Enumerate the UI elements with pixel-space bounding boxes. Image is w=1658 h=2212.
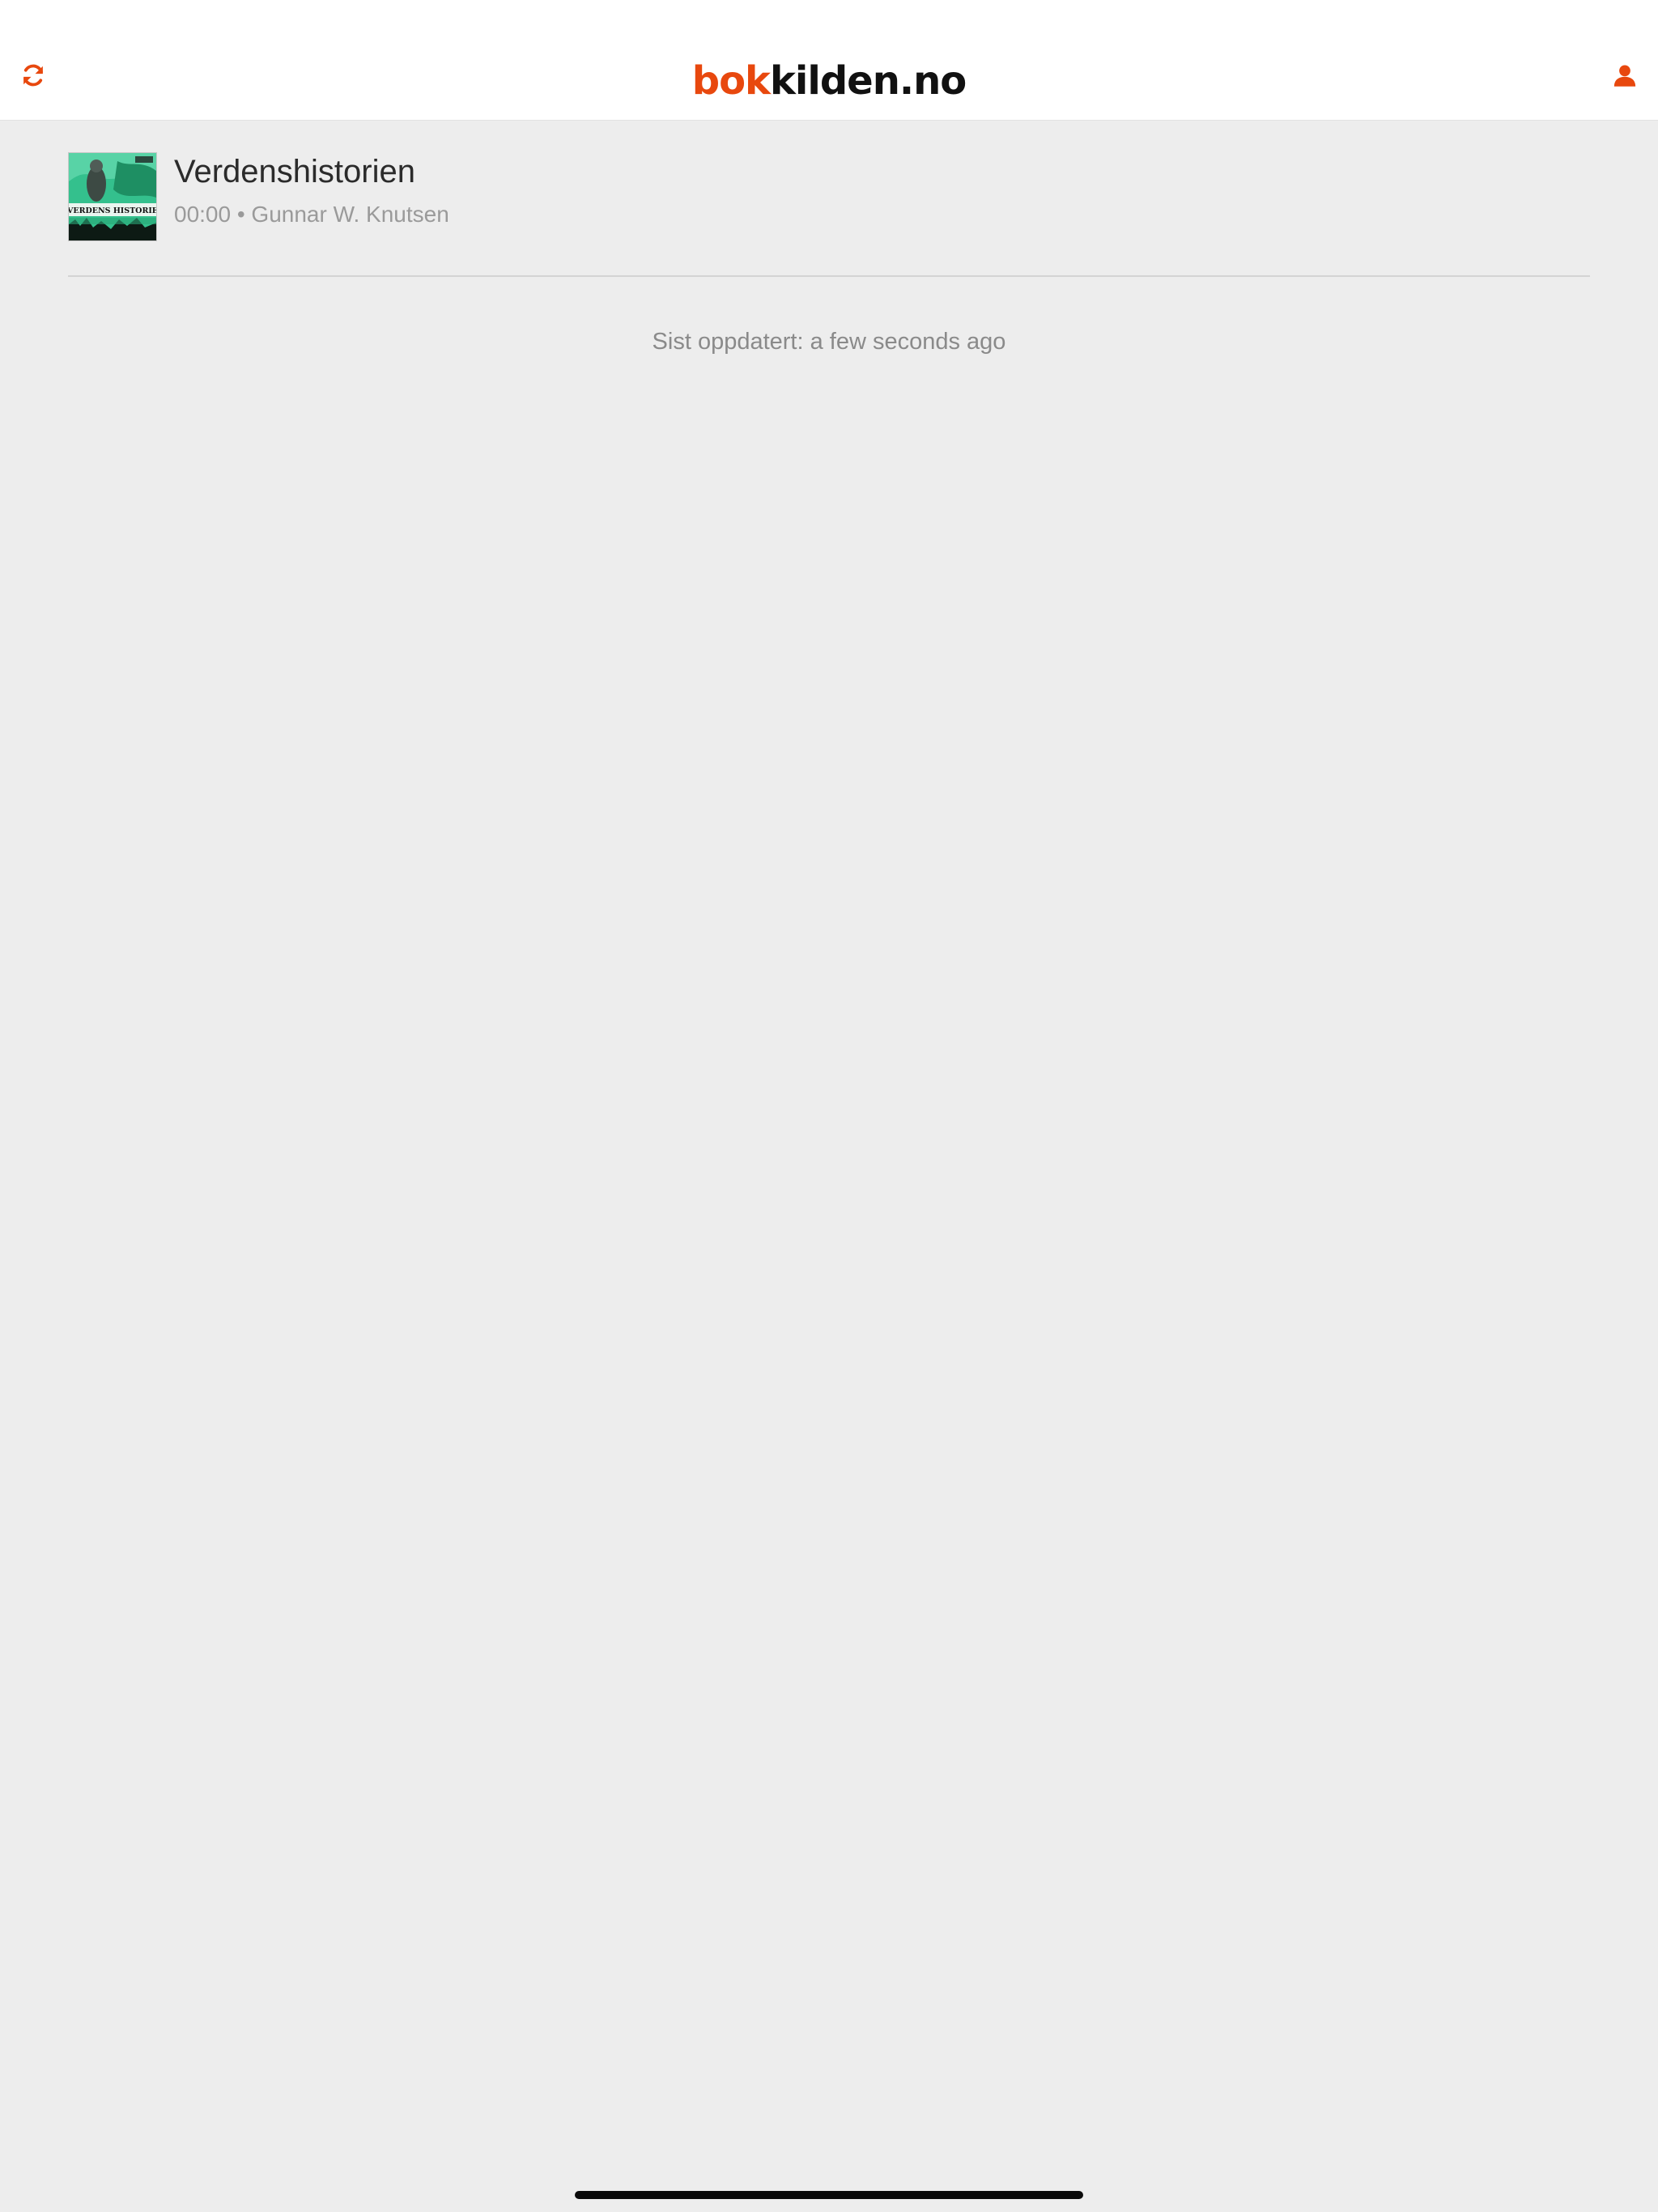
- account-button[interactable]: [1611, 62, 1639, 89]
- app-header: bokkilden.no: [0, 0, 1658, 121]
- last-updated-text: Sist oppdatert: a few seconds ago: [652, 329, 1006, 355]
- book-cover: VERDENS HISTORIE: [68, 152, 157, 241]
- bokkilden-logo: bokkilden.no: [0, 58, 1658, 104]
- book-list-item[interactable]: VERDENS HISTORIE Verdenshistorien 00:00 …: [68, 152, 1590, 275]
- home-indicator: [575, 2191, 1083, 2199]
- book-title: Verdenshistorien: [174, 154, 415, 189]
- book-meta: 00:00 • Gunnar W. Knutsen: [174, 202, 449, 227]
- logo-prefix: bok: [691, 58, 771, 104]
- divider: [68, 275, 1590, 277]
- logo-suffix: kilden.no: [769, 58, 967, 104]
- book-cover-text: VERDENS HISTORIE: [69, 206, 156, 215]
- user-icon: [1613, 65, 1636, 87]
